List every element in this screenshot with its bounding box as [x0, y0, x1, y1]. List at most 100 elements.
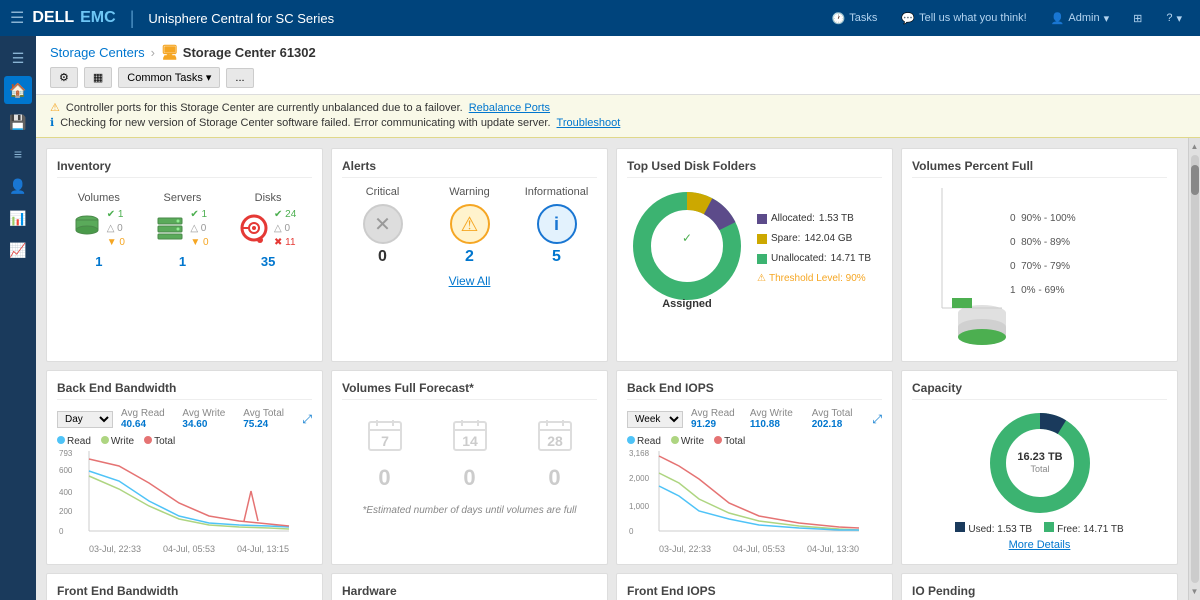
forecast-7-days: 7 0 [367, 418, 403, 491]
rebalance-ports-link[interactable]: Rebalance Ports [469, 102, 550, 114]
breadcrumb-current: 🖥 Storage Center 61302 [161, 44, 316, 61]
bandwidth-avg-write: Avg Write 34.60 [182, 408, 235, 430]
volumes-link[interactable]: 1 [95, 254, 102, 269]
critical-count: 0 [342, 248, 423, 266]
disks-red: ✖ 11 [274, 236, 296, 250]
common-tasks-button[interactable]: Common Tasks ▾ [118, 67, 220, 88]
servers-label: Servers [164, 192, 202, 204]
critical-label: Critical [342, 186, 423, 198]
help-nav-item[interactable]: ? ▾ [1158, 12, 1190, 25]
emc-logo: EMC [80, 9, 116, 27]
connect-nav-item[interactable]: ⊞ [1125, 12, 1150, 25]
warning-alert-icon: ⚠ [450, 204, 490, 244]
sidebar-item-list[interactable]: ≡ [4, 140, 32, 168]
scroll-down-arrow[interactable]: ▼ [1191, 587, 1199, 596]
nav-separator: | [130, 8, 135, 29]
volumes-label: Volumes [78, 192, 120, 204]
bandwidth-legend: Read Write Total [57, 436, 312, 447]
inventory-items: Volumes [57, 186, 312, 269]
svg-text:400: 400 [59, 488, 73, 497]
sidebar-item-reports[interactable]: 📈 [4, 236, 32, 264]
svg-text:200: 200 [59, 507, 73, 516]
critical-icon: ✕ [363, 204, 403, 244]
capacity-card: Capacity 16.23 TB Total [901, 370, 1178, 565]
hamburger-icon[interactable]: ☰ [10, 8, 24, 28]
total-legend-dot [144, 436, 152, 444]
sidebar-item-menu[interactable]: ☰ [4, 44, 32, 72]
bandwidth-period-select[interactable]: DayWeekMonth [57, 411, 113, 428]
forecast-footer: *Estimated number of days until volumes … [342, 505, 597, 516]
bandwidth-x-labels: 03-Jul, 22:33 04-Jul, 05:53 04-Jul, 13:1… [89, 544, 289, 554]
svg-text:Total: Total [1030, 464, 1049, 474]
view-toggle-button[interactable]: ▦ [84, 67, 112, 88]
info-icon: ℹ [50, 116, 54, 129]
forecast-7-count: 0 [378, 465, 390, 491]
bandwidth-title: Back End Bandwidth [57, 381, 312, 400]
alerts-info-col: Informational i 5 [516, 186, 597, 266]
disks-label: Disks [255, 192, 282, 204]
disk-donut-chart: ✓ Assigned [627, 186, 747, 306]
disk-folders-card: Top Used Disk Folders ✓ [616, 148, 893, 362]
bandwidth-chart-wrap: 793 600 400 200 0 03-Jul, 22:33 04-Jul, … [57, 451, 312, 554]
main-content-area: Storage Centers › 🖥 Storage Center 61302… [36, 36, 1200, 600]
count-70-79: 0 70% - 79% [1010, 255, 1076, 279]
troubleshoot-link[interactable]: Troubleshoot [557, 117, 621, 129]
more-options-button[interactable]: ... [226, 68, 253, 88]
warning-icon: ⚠ [50, 101, 60, 114]
svg-text:✓: ✓ [682, 231, 692, 245]
volumes-counts: ✔ 1 △ 0 ▼ 0 [107, 208, 125, 250]
inventory-volumes: Volumes [73, 192, 125, 269]
svg-text:14: 14 [462, 433, 478, 449]
unallocated-legend-val: 14.71 TB [831, 249, 871, 269]
breadcrumb-root[interactable]: Storage Centers [50, 45, 145, 60]
bandwidth-avg-total: Avg Total 75.24 [243, 408, 294, 430]
breadcrumb-bar: Storage Centers › 🖥 Storage Center 61302… [36, 36, 1200, 95]
iops-expand-icon[interactable]: ⤢ [872, 412, 882, 427]
feedback-nav-item[interactable]: 💬 Tell us what you think! [893, 12, 1034, 25]
breadcrumb-separator: › [151, 45, 155, 60]
bandwidth-expand-icon[interactable]: ⤢ [302, 412, 312, 427]
iops-card: Back End IOPS WeekDayMonth Avg Read 91.2… [616, 370, 893, 565]
alerts-card: Alerts Critical ✕ 0 Warning ⚠ 2 [331, 148, 608, 362]
alert-warning-row: ⚠ Controller ports for this Storage Cent… [50, 101, 1186, 114]
tasks-nav-item[interactable]: 🕐 Tasks [824, 12, 886, 25]
iops-total-legend-dot [714, 436, 722, 444]
disks-link[interactable]: 35 [261, 254, 275, 269]
iops-avg-total: Avg Total 202.18 [812, 408, 865, 430]
iops-write-legend-dot [671, 436, 679, 444]
io-pending-title: IO Pending [912, 584, 1167, 600]
alert-bar: ⚠ Controller ports for this Storage Cent… [36, 95, 1200, 138]
sidebar-item-storage[interactable]: 💾 [4, 108, 32, 136]
servers-counts: ✔ 1 △ 0 ▼ 0 [190, 208, 208, 250]
forecast-title: Volumes Full Forecast* [342, 381, 597, 400]
volumes-pct-labels: 0 90% - 100% 0 80% - 89% 0 70% - 79% 1 0… [1010, 207, 1076, 303]
sidebar-item-users[interactable]: 👤 [4, 172, 32, 200]
servers-green: ✔ 1 [190, 208, 208, 222]
servers-yellow: ▼ 0 [190, 236, 208, 250]
svg-text:1,000: 1,000 [629, 502, 650, 511]
warning-count-link[interactable]: 2 [465, 248, 474, 265]
info-count-link[interactable]: 5 [552, 248, 561, 265]
scroll-up-arrow[interactable]: ▲ [1191, 142, 1199, 151]
inventory-title: Inventory [57, 159, 312, 178]
svg-text:28: 28 [547, 433, 563, 449]
svg-text:0: 0 [629, 527, 634, 536]
iops-avg-write: Avg Write 110.88 [750, 408, 804, 430]
settings-button[interactable]: ⚙ [50, 67, 78, 88]
spare-legend-box [757, 234, 767, 244]
right-scrollbar[interactable]: ▲ ▼ [1188, 138, 1200, 600]
bandwidth-card: Back End Bandwidth DayWeekMonth Avg Read… [46, 370, 323, 565]
iops-period-select[interactable]: WeekDayMonth [627, 411, 683, 428]
dell-logo: DELL [32, 9, 74, 27]
sidebar-item-charts[interactable]: 📊 [4, 204, 32, 232]
scroll-track[interactable] [1191, 155, 1199, 583]
front-bandwidth-title: Front End Bandwidth [57, 584, 312, 600]
sidebar-item-home[interactable]: 🏠 [4, 76, 32, 104]
admin-nav-item[interactable]: 👤 Admin ▾ [1043, 12, 1117, 25]
more-details-link[interactable]: More Details [1009, 539, 1071, 551]
view-all-link[interactable]: View All [449, 274, 491, 288]
scroll-handle[interactable] [1191, 165, 1199, 195]
servers-link[interactable]: 1 [179, 254, 186, 269]
disk-legend: Allocated: 1.53 TB Spare: 142.04 GB [757, 209, 871, 284]
io-pending-card: IO Pending [901, 573, 1178, 600]
